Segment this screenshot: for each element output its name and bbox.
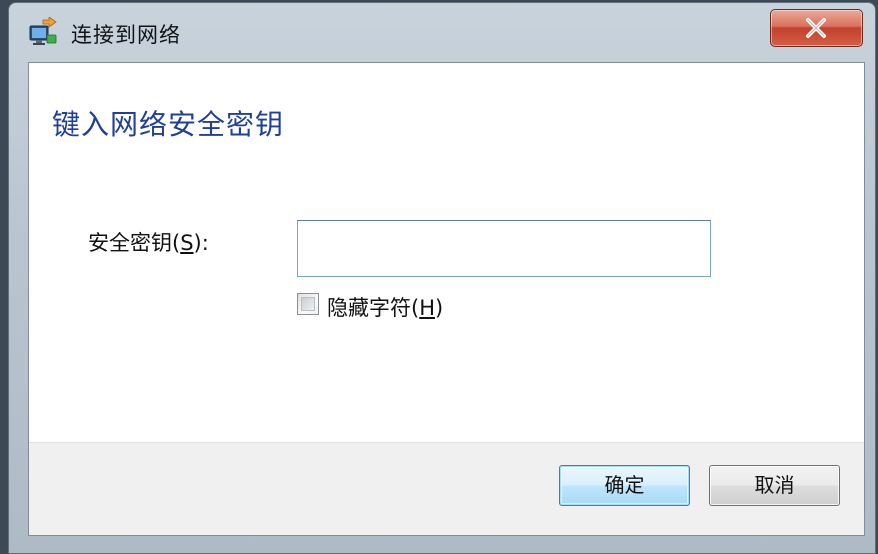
- button-bar: 确定 取消: [29, 442, 864, 535]
- network-connect-icon: [27, 16, 59, 49]
- cancel-button[interactable]: 取消: [709, 465, 840, 506]
- hide-characters-label[interactable]: 隐藏字符(H): [327, 292, 443, 322]
- window-title: 连接到网络: [71, 23, 181, 47]
- dialog-window: 连接到网络 键入网络安全密钥 安全密钥(S): 隐藏字符(H) 确定 取消: [8, 2, 876, 554]
- page-title: 键入网络安全密钥: [52, 108, 285, 141]
- security-key-label-end: ):: [193, 231, 209, 255]
- dialog-content: 键入网络安全密钥 安全密钥(S): 隐藏字符(H) 确定 取消: [28, 62, 865, 536]
- security-key-label: 安全密钥(S):: [88, 227, 209, 257]
- security-key-label-text: 安全密钥(: [88, 231, 181, 255]
- security-key-accelerator: S: [180, 231, 194, 255]
- hide-characters-label-text: 隐藏字符(: [327, 296, 420, 320]
- ok-button[interactable]: 确定: [559, 465, 690, 506]
- close-button[interactable]: [770, 9, 863, 47]
- title-bar[interactable]: 连接到网络: [9, 3, 875, 59]
- hide-characters-checkbox[interactable]: [297, 293, 319, 315]
- hide-characters-label-end: ): [435, 296, 444, 320]
- hide-characters-accelerator: H: [419, 296, 435, 320]
- security-key-input[interactable]: [297, 220, 711, 277]
- close-icon: [806, 18, 826, 38]
